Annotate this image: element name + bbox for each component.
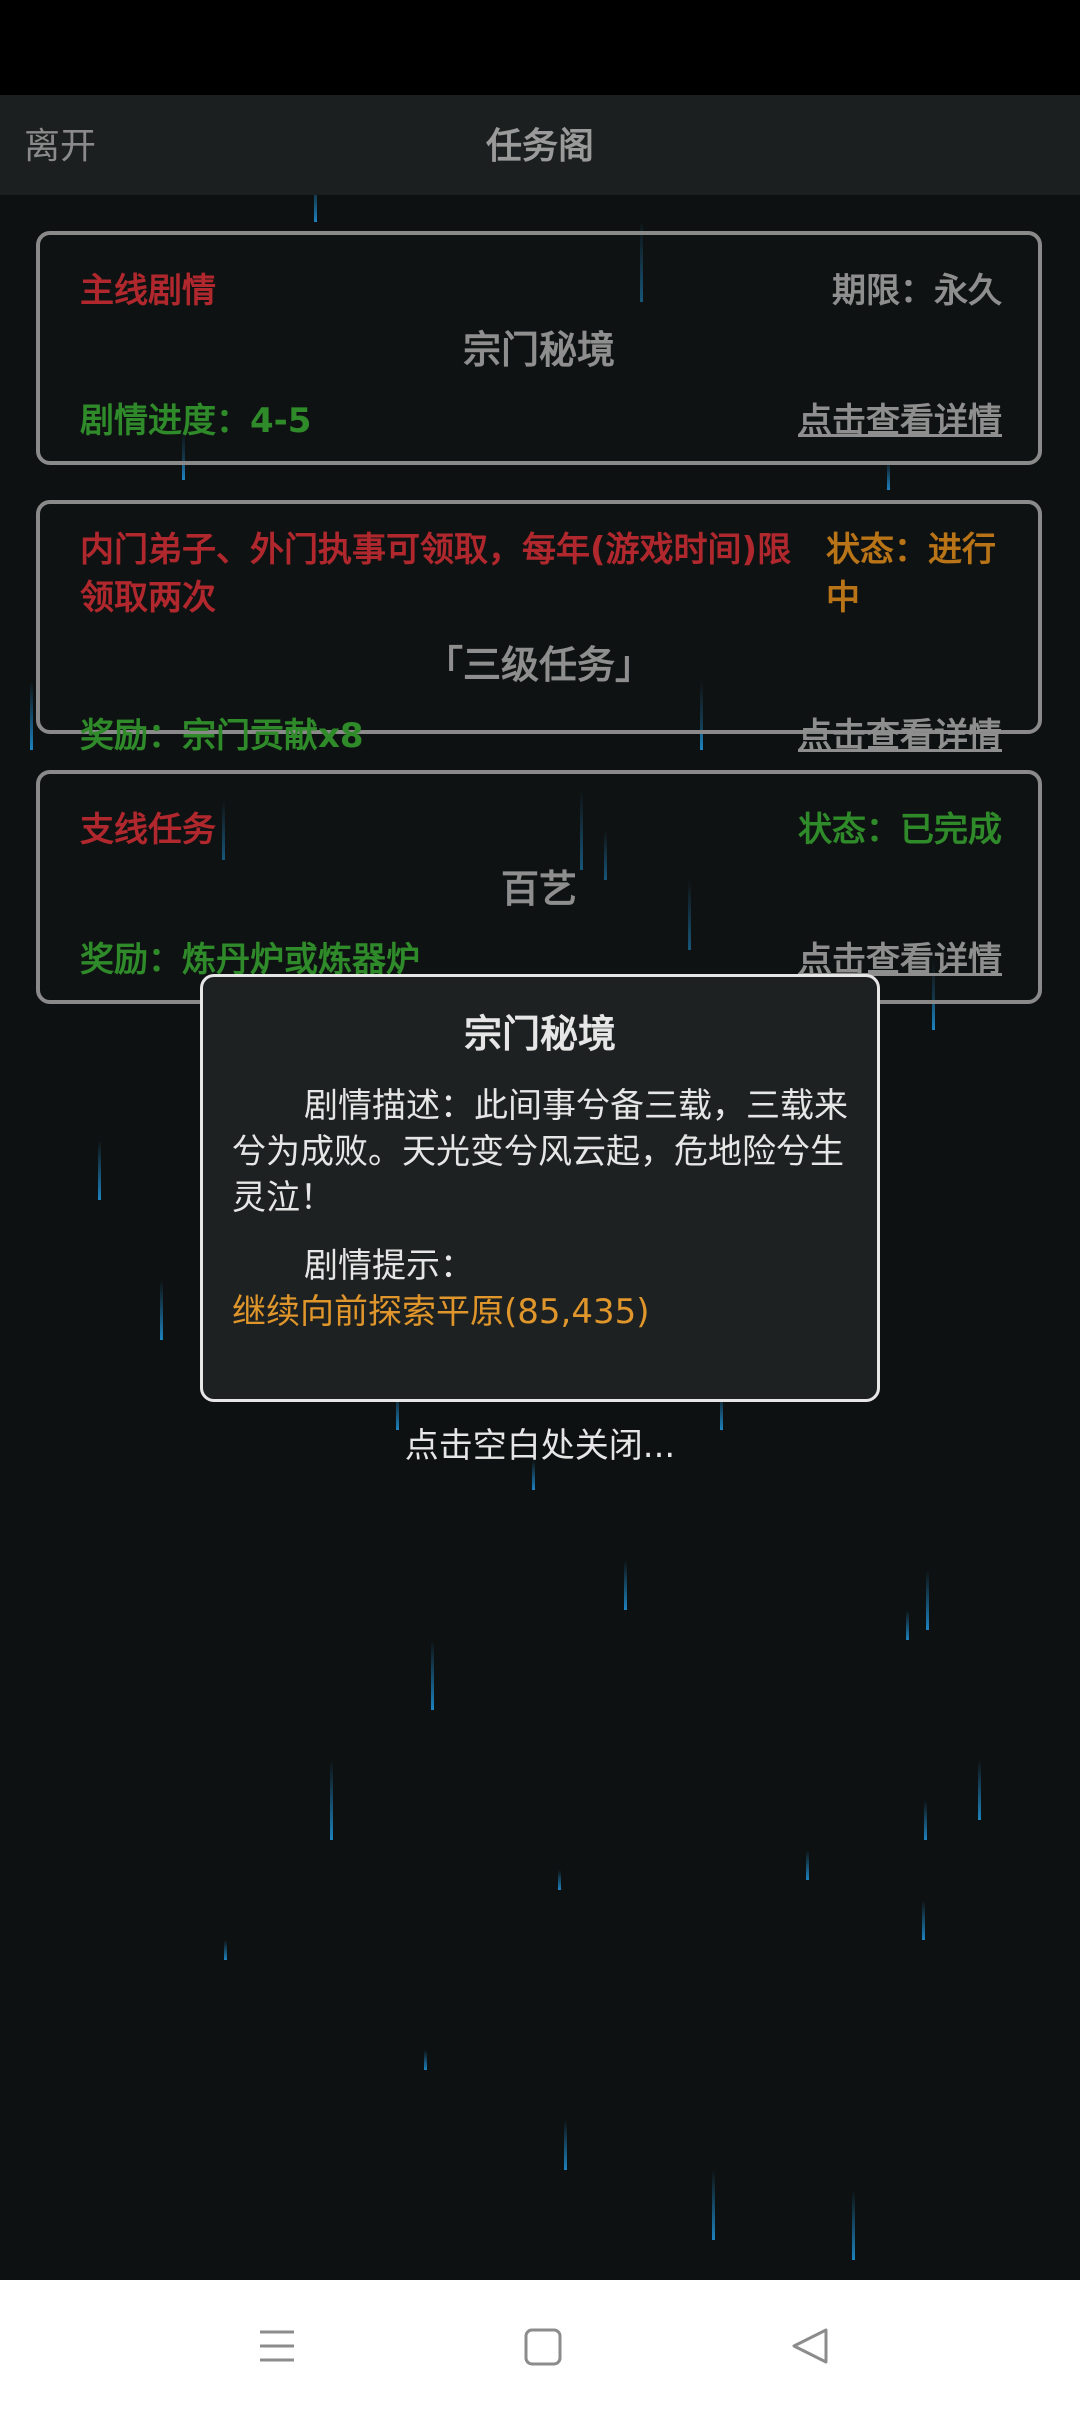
task-status-label: 状态：已完成 xyxy=(798,810,1002,850)
page-title: 任务阁 xyxy=(485,126,594,167)
task-status-label: 状态：进行中 xyxy=(826,530,996,618)
dialog-hint-text: 继续向前探索平原(85,435) xyxy=(232,1292,650,1332)
home-square-icon[interactable] xyxy=(510,2314,574,2378)
task-name: 百艺 xyxy=(500,867,577,911)
task-name: 「三级任务」 xyxy=(424,643,653,687)
task-deadline-label: 期限：永久 xyxy=(832,271,1002,311)
dialog-hint-label: 剧情提示： xyxy=(304,1246,474,1286)
task-card-tier3[interactable]: 内门弟子、外门执事可领取，每年(游戏时间)限领取两次 状态：进行中 「三级任务」… xyxy=(36,500,1042,756)
back-triangle-icon[interactable] xyxy=(778,2314,842,2378)
dialog-title: 宗门秘境 xyxy=(463,1012,616,1056)
dialog-description: 剧情描述：此间事兮备三载，三载来兮为成败。天光变兮风云起，危地险兮生灵泣！ xyxy=(232,1086,848,1218)
menu-icon[interactable] xyxy=(244,2314,308,2378)
view-details-link[interactable]: 点击查看详情 xyxy=(798,393,1002,442)
close-hint[interactable]: 点击空白处关闭... xyxy=(0,1418,1080,1467)
task-type-label: 内门弟子、外门执事可领取，每年(游戏时间)限领取两次 xyxy=(80,530,792,618)
story-detail-dialog[interactable]: 宗门秘境 剧情描述：此间事兮备三载，三载来兮为成败。天光变兮风云起，危地险兮生灵… xyxy=(200,974,880,1402)
task-card-side-quest[interactable]: 支线任务 状态：已完成 百艺 奖励：炼丹炉或炼器炉 点击查看详情 xyxy=(36,770,1042,1004)
view-details-link[interactable]: 点击查看详情 xyxy=(798,708,1002,757)
task-name: 宗门秘境 xyxy=(462,328,615,372)
task-reward-label: 奖励：宗门贡献x8 xyxy=(80,716,364,756)
task-type-label: 主线剧情 xyxy=(80,271,216,311)
title-bar: 离开 任务阁 xyxy=(0,95,1080,195)
task-progress-label: 剧情进度：4-5 xyxy=(80,401,312,441)
status-bar xyxy=(0,0,1080,95)
task-type-label: 支线任务 xyxy=(80,810,216,850)
task-card-main-story[interactable]: 主线剧情 期限：永久 宗门秘境 剧情进度：4-5 点击查看详情 xyxy=(36,231,1042,465)
system-nav-bar xyxy=(0,2280,1080,2412)
